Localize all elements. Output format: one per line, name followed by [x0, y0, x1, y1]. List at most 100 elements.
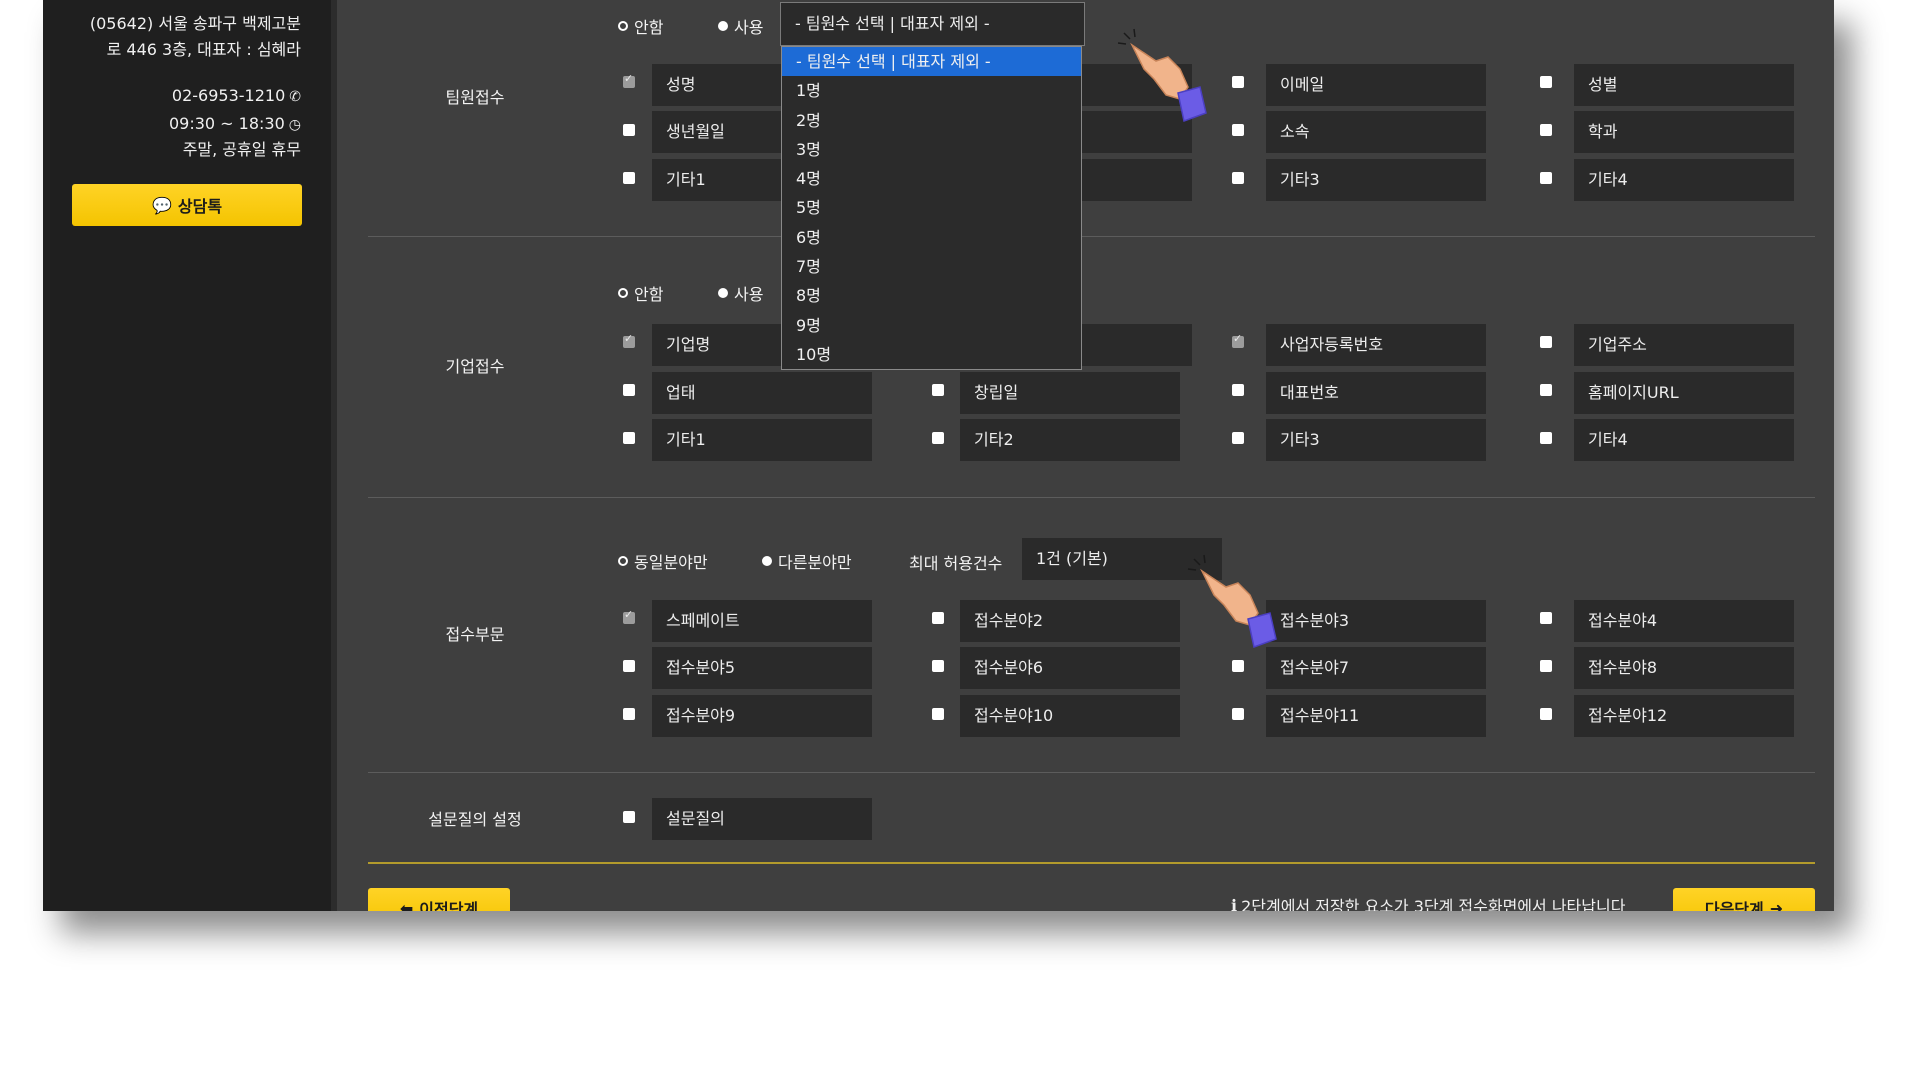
field-company-etc3: 기타3 — [1266, 419, 1486, 461]
dropdown-option[interactable]: 5명 — [782, 193, 1081, 222]
address-line-2: 로 446 3층, 대표자 : 심혜라 — [106, 40, 301, 59]
checkbox-category-4[interactable] — [1540, 612, 1552, 624]
field-category-1: 스페메이트 — [652, 600, 872, 642]
divider — [368, 497, 1815, 498]
company-radio-on[interactable]: 사용 — [718, 281, 763, 305]
checkbox-survey[interactable] — [623, 811, 635, 823]
company-radio-off-label: 안함 — [634, 285, 664, 304]
checkbox-etc1[interactable] — [623, 172, 635, 184]
checkbox-email[interactable] — [1232, 76, 1244, 88]
checkbox-homepage[interactable] — [1540, 384, 1552, 396]
checkbox-category-9[interactable] — [623, 708, 635, 720]
phone-text: 02-6953-1210 — [171, 86, 286, 105]
checkbox-etc4[interactable] — [1540, 172, 1552, 184]
category-radio-same[interactable]: 동일분야만 — [618, 549, 708, 573]
next-step-button[interactable]: 다음단계 ➜ — [1673, 888, 1815, 911]
prev-step-button[interactable]: ⬅ 이전단계 — [368, 888, 510, 911]
field-business-type: 업태 — [652, 372, 872, 414]
team-radio-on-label: 사용 — [734, 18, 764, 37]
dropdown-option[interactable]: 8명 — [782, 281, 1081, 310]
phone-line: 02-6953-1210 ✆ — [172, 86, 301, 107]
sidebar: (05642) 서울 송파구 백제고분 로 446 3층, 대표자 : 심혜라 … — [43, 0, 337, 911]
notice: ℹ 2단계에서 저장한 요소가 3단계 접수화면에서 나타납니다 — [1231, 893, 1625, 912]
talk-button[interactable]: 💬 상담톡 — [72, 184, 302, 226]
checkbox-category-2[interactable] — [932, 612, 944, 624]
dropdown-option[interactable]: 4명 — [782, 164, 1081, 193]
field-category-9: 접수분야9 — [652, 695, 872, 737]
field-gender: 성별 — [1574, 64, 1794, 106]
checkbox-company-name[interactable] — [623, 332, 635, 348]
checkbox-category-10[interactable] — [932, 708, 944, 720]
checkbox-gender[interactable] — [1540, 76, 1552, 88]
category-radio-diff[interactable]: 다른분야만 — [762, 549, 852, 573]
app-window: (05642) 서울 송파구 백제고분 로 446 3층, 대표자 : 심혜라 … — [43, 0, 1834, 911]
checkbox-major[interactable] — [1540, 124, 1552, 136]
field-company-etc2: 기타2 — [960, 419, 1180, 461]
field-category-11: 접수분야11 — [1266, 695, 1486, 737]
checkbox-category-12[interactable] — [1540, 708, 1552, 720]
field-category-6: 접수분야6 — [960, 647, 1180, 689]
team-radio-off-label: 안함 — [634, 18, 664, 37]
category-section-label: 접수부문 — [445, 625, 505, 644]
divider — [368, 236, 1815, 237]
max-allowed-label: 최대 허용건수 — [909, 554, 1003, 573]
checkbox-category-8[interactable] — [1540, 660, 1552, 672]
team-count-dropdown: - 팀원수 선택 | 대표자 제외 - 1명 2명 3명 4명 5명 6명 7명… — [781, 46, 1082, 370]
checkbox-company-etc3[interactable] — [1232, 432, 1244, 444]
pointing-hand-icon — [1187, 554, 1277, 648]
field-biz-reg-no: 사업자등록번호 — [1266, 324, 1486, 366]
checkbox-affiliation[interactable] — [1232, 124, 1244, 136]
company-section-label: 기업접수 — [445, 357, 505, 376]
field-category-2: 접수분야2 — [960, 600, 1180, 642]
team-section-label: 팀원접수 — [445, 88, 505, 107]
info-icon: ℹ — [1231, 895, 1238, 912]
address-line-1: (05642) 서울 송파구 백제고분 — [89, 14, 301, 33]
field-category-4: 접수분야4 — [1574, 600, 1794, 642]
checkbox-category-6[interactable] — [932, 660, 944, 672]
dropdown-option[interactable]: 10명 — [782, 340, 1081, 369]
company-radio-off[interactable]: 안함 — [618, 281, 663, 305]
checkbox-business-type[interactable] — [623, 384, 635, 396]
team-count-select[interactable]: - 팀원수 선택 | 대표자 제외 - — [780, 2, 1085, 46]
checkbox-category-1[interactable] — [623, 608, 635, 624]
checkbox-biz-reg-no[interactable] — [1232, 332, 1244, 348]
checkbox-company-etc4[interactable] — [1540, 432, 1552, 444]
field-hidden-3 — [1072, 159, 1192, 201]
hours-line: 09:30 ~ 18:30 ◷ — [169, 114, 301, 135]
field-affiliation: 소속 — [1266, 111, 1486, 153]
field-company-etc1: 기타1 — [652, 419, 872, 461]
dropdown-option[interactable]: 7명 — [782, 252, 1081, 281]
phone-icon: ✆ — [289, 89, 301, 105]
checkbox-category-5[interactable] — [623, 660, 635, 672]
field-category-8: 접수분야8 — [1574, 647, 1794, 689]
field-company-etc4: 기타4 — [1574, 419, 1794, 461]
checkbox-founded[interactable] — [932, 384, 944, 396]
team-radio-off[interactable]: 안함 — [618, 14, 663, 38]
gold-divider — [368, 862, 1815, 864]
dropdown-option[interactable]: 9명 — [782, 311, 1081, 340]
dropdown-option[interactable]: 6명 — [782, 223, 1081, 252]
field-major: 학과 — [1574, 111, 1794, 153]
checkbox-category-11[interactable] — [1232, 708, 1244, 720]
field-category-12: 접수분야12 — [1574, 695, 1794, 737]
dropdown-option[interactable]: 1명 — [782, 76, 1081, 105]
field-main-phone: 대표번호 — [1266, 372, 1486, 414]
field-category-5: 접수분야5 — [652, 647, 872, 689]
dropdown-option[interactable]: - 팀원수 선택 | 대표자 제외 - — [782, 47, 1081, 77]
field-category-10: 접수분야10 — [960, 695, 1180, 737]
checkbox-category-7[interactable] — [1232, 660, 1244, 672]
checkbox-company-etc1[interactable] — [623, 432, 635, 444]
next-step-label: 다음단계 — [1704, 900, 1764, 911]
checkbox-birth[interactable] — [623, 124, 635, 136]
checkbox-name[interactable] — [623, 72, 635, 88]
team-radio-on[interactable]: 사용 — [718, 14, 763, 38]
divider — [368, 772, 1815, 773]
checkbox-company-etc2[interactable] — [932, 432, 944, 444]
checkbox-company-address[interactable] — [1540, 336, 1552, 348]
field-email: 이메일 — [1266, 64, 1486, 106]
dropdown-option[interactable]: 2명 — [782, 106, 1081, 135]
dropdown-option[interactable]: 3명 — [782, 135, 1081, 164]
field-hidden-4 — [1072, 324, 1192, 366]
checkbox-main-phone[interactable] — [1232, 384, 1244, 396]
checkbox-etc3[interactable] — [1232, 172, 1244, 184]
